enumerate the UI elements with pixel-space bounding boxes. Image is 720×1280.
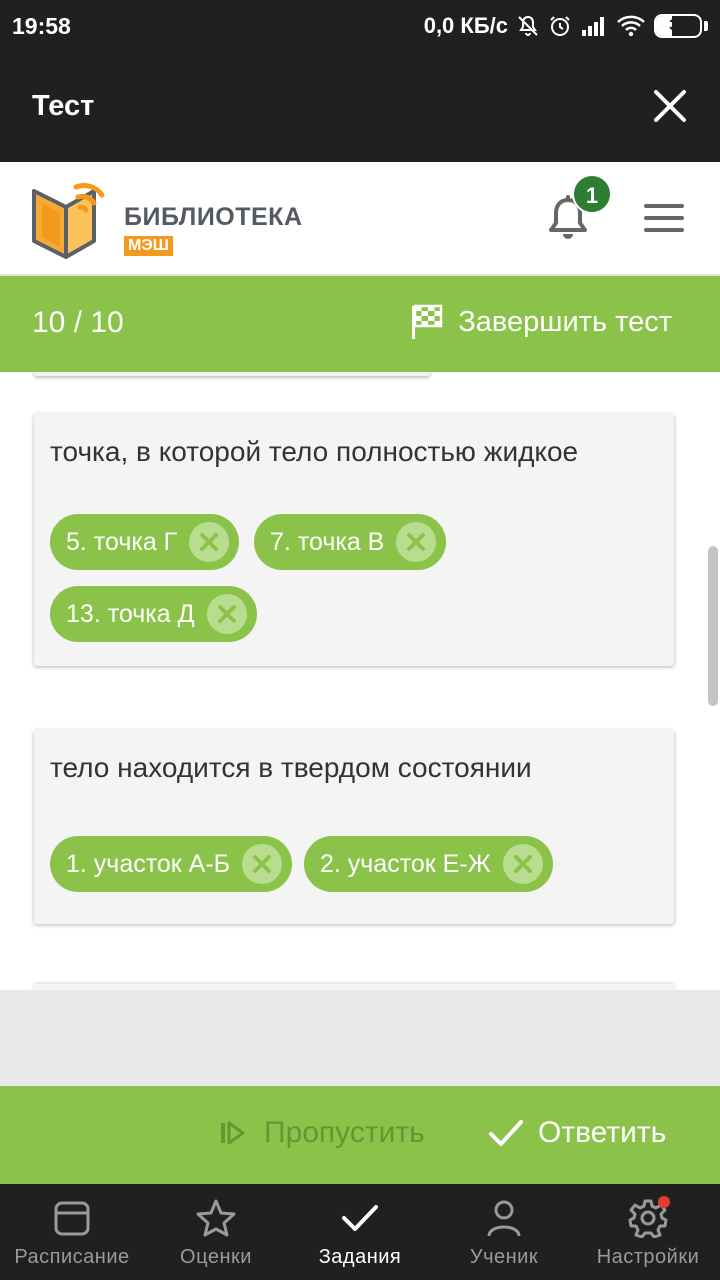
nav-item-tasks[interactable]: Задания xyxy=(288,1184,432,1280)
answer-chip[interactable]: 1. участок А-Б xyxy=(50,836,293,892)
finish-test-button[interactable]: Завершить тест xyxy=(410,304,672,340)
status-bar: 19:58 0,0 КБ/с 36 xyxy=(0,0,720,52)
nav-item-student[interactable]: Ученик xyxy=(432,1184,576,1280)
hamburger-menu-button[interactable] xyxy=(644,204,684,234)
close-icon xyxy=(200,533,219,551)
page-title: Тест xyxy=(32,90,95,122)
answer-chip[interactable]: 13. точка Д xyxy=(50,586,257,642)
answer-chip[interactable]: 7. точка В xyxy=(254,514,447,570)
chip-label: 1. участок А-Б xyxy=(66,849,231,878)
answer-chip[interactable]: 2. участок Е-Ж xyxy=(304,836,553,892)
calendar-icon xyxy=(54,1201,90,1236)
nav-label: Ученик xyxy=(469,1246,539,1268)
menu-line xyxy=(644,204,684,208)
answer-chip[interactable]: 5. точка Г xyxy=(50,514,240,570)
menu-line xyxy=(644,216,684,220)
signal-icon xyxy=(582,17,604,36)
answer-label: Ответить xyxy=(538,1116,667,1149)
logo[interactable]: БИБЛИОТЕКА МЭШ xyxy=(30,177,330,261)
logo-subtitle: МЭШ xyxy=(124,236,173,256)
check-icon xyxy=(489,1120,523,1146)
star-icon xyxy=(196,1199,236,1237)
scrollbar-thumb[interactable] xyxy=(708,546,718,706)
skip-next-icon xyxy=(221,1121,245,1145)
wifi-icon xyxy=(617,15,645,37)
close-icon xyxy=(217,605,236,623)
remove-chip-button[interactable] xyxy=(502,844,543,884)
user-icon xyxy=(487,1200,521,1237)
nav-item-settings[interactable]: Настройки xyxy=(576,1184,720,1280)
close-icon xyxy=(407,533,426,551)
nav-item-schedule[interactable]: Расписание xyxy=(0,1184,144,1280)
close-button[interactable] xyxy=(650,86,690,126)
card-title: тело находится в твердом состоянии xyxy=(50,752,532,783)
book-logo-icon xyxy=(32,183,105,259)
chip-label: 5. точка Г xyxy=(66,527,178,556)
battery-icon: 36 xyxy=(654,14,702,38)
skip-button[interactable]: Пропустить xyxy=(218,1116,425,1150)
answer-button[interactable]: Ответить xyxy=(488,1116,666,1150)
chip-label: 2. участок Е-Ж xyxy=(320,849,491,878)
answer-card: тело находится в твердом состоянии 1. уч… xyxy=(34,730,674,924)
bottom-navigation: Расписание Оценки Задания Ученик Настрой… xyxy=(0,1184,720,1280)
chip-label: 7. точка В xyxy=(270,527,385,556)
question-counter: 10 / 10 xyxy=(32,306,124,339)
checkered-flag-icon xyxy=(412,304,443,339)
nav-label: Настройки xyxy=(596,1246,700,1268)
nav-label: Оценки xyxy=(180,1246,252,1268)
question-content[interactable]: точка, в которой тело полностью жидкое 5… xyxy=(0,372,720,990)
finish-test-label: Завершить тест xyxy=(458,305,672,338)
notification-badge: 1 xyxy=(572,174,612,214)
network-speed: 0,0 КБ/с xyxy=(423,13,508,38)
nav-label: Задания xyxy=(318,1246,402,1268)
battery-tip xyxy=(704,21,708,31)
close-icon xyxy=(513,855,532,873)
logo-title: БИБЛИОТЕКА xyxy=(124,203,303,231)
footer-spacer xyxy=(0,990,720,1086)
alarm-icon xyxy=(550,16,570,36)
battery-level: 36 xyxy=(669,17,687,34)
close-icon xyxy=(253,855,272,873)
previous-card-edge xyxy=(34,372,430,376)
title-bar: Тест xyxy=(0,52,720,162)
close-icon xyxy=(654,90,686,122)
check-icon xyxy=(342,1205,378,1231)
answer-card: точка, в которой тело полностью жидкое 5… xyxy=(34,414,674,666)
card-title: точка, в которой тело полностью жидкое xyxy=(50,436,579,467)
nav-item-grades[interactable]: Оценки xyxy=(144,1184,288,1280)
notification-dot xyxy=(658,1196,670,1208)
test-progress-bar: 10 / 10 Завершить тест xyxy=(0,276,720,372)
app-header: БИБЛИОТЕКА МЭШ xyxy=(0,162,720,276)
remove-chip-button[interactable] xyxy=(242,844,283,884)
menu-line xyxy=(644,228,684,232)
action-bar: Пропустить Ответить xyxy=(0,1086,720,1184)
status-time: 19:58 xyxy=(12,13,71,39)
nav-label: Расписание xyxy=(14,1246,130,1268)
status-icons: 0,0 КБ/с 36 xyxy=(424,10,708,42)
chip-label: 13. точка Д xyxy=(66,599,195,628)
remove-chip-button[interactable] xyxy=(206,594,247,634)
muted-bell-icon xyxy=(518,15,538,36)
skip-label: Пропустить xyxy=(264,1116,425,1149)
remove-chip-button[interactable] xyxy=(396,522,437,562)
remove-chip-button[interactable] xyxy=(189,522,230,562)
